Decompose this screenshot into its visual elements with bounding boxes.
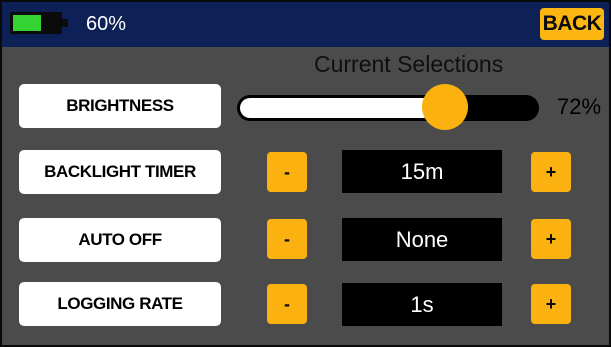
section-title: Current Selections xyxy=(314,51,504,77)
backlight-timer-value: 15m xyxy=(342,150,502,193)
brightness-slider[interactable] xyxy=(237,95,539,121)
backlight-timer-decrease-button[interactable]: - xyxy=(267,152,307,192)
battery-percentage: 60% xyxy=(86,13,127,35)
logging-rate-button[interactable]: LOGGING RATE xyxy=(19,282,221,326)
brightness-slider-thumb[interactable] xyxy=(422,84,468,130)
logging-rate-increase-button[interactable]: + xyxy=(531,284,571,324)
auto-off-value: None xyxy=(342,218,502,261)
settings-screen: 60% BACK Current Selections BRIGHTNESS 7… xyxy=(0,0,611,347)
battery-level-fill xyxy=(13,15,41,31)
logging-rate-value: 1s xyxy=(342,283,502,326)
brightness-button[interactable]: BRIGHTNESS xyxy=(19,84,221,128)
backlight-timer-increase-button[interactable]: + xyxy=(531,152,571,192)
auto-off-decrease-button[interactable]: - xyxy=(267,219,307,259)
back-button[interactable]: BACK xyxy=(540,8,604,40)
battery-icon xyxy=(10,12,62,34)
backlight-timer-button[interactable]: BACKLIGHT TIMER xyxy=(19,150,221,194)
brightness-slider-fill xyxy=(240,98,445,118)
auto-off-button[interactable]: AUTO OFF xyxy=(19,218,221,262)
brightness-value: 72% xyxy=(557,94,602,119)
auto-off-increase-button[interactable]: + xyxy=(531,219,571,259)
battery-tip xyxy=(62,19,68,27)
status-bar: 60% BACK xyxy=(2,2,609,47)
logging-rate-decrease-button[interactable]: - xyxy=(267,284,307,324)
